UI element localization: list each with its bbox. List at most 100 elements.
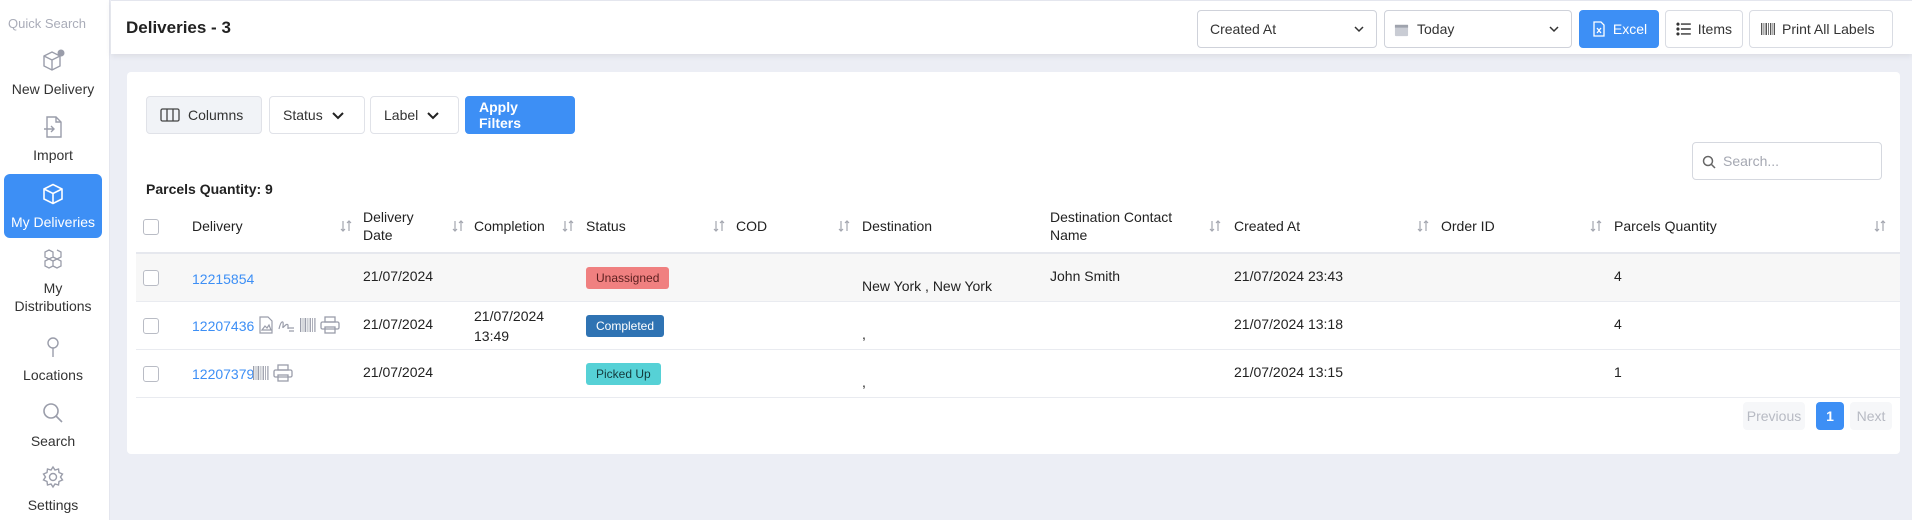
created-at-cell: 21/07/2024 13:18 xyxy=(1234,316,1343,332)
status-filter-label: Status xyxy=(283,107,323,123)
image-icon[interactable] xyxy=(257,316,275,334)
column-header-cod[interactable]: COD xyxy=(736,200,796,252)
column-header-order-id[interactable]: Order ID xyxy=(1441,200,1561,252)
row-checkbox[interactable] xyxy=(143,318,159,334)
sort-icon[interactable] xyxy=(561,219,575,233)
parcels-cell: 1 xyxy=(1614,364,1622,380)
completion-cell: 21/07/2024 13:49 xyxy=(474,308,545,344)
pin-icon xyxy=(47,337,59,357)
column-header-parcels-quantity[interactable]: Parcels Quantity xyxy=(1614,200,1764,252)
search-field[interactable] xyxy=(1692,142,1882,180)
delivery-id-link[interactable]: 12215854 xyxy=(192,269,254,289)
table-row[interactable]: 12207436 21/07/2024 21/07/2024 13:49 Com… xyxy=(136,302,1900,350)
box-icon xyxy=(43,183,63,205)
box-plus-icon xyxy=(43,49,65,71)
row-checkbox[interactable] xyxy=(143,366,159,382)
sidebar: Quick Search New Delivery Import My Deli… xyxy=(0,0,110,520)
table-row[interactable]: 12207379 21/07/2024 Picked Up , 21/07/20… xyxy=(136,350,1900,398)
barcode-icon[interactable] xyxy=(299,316,317,334)
table-row[interactable]: 12215854 21/07/2024 Unassigned New York … xyxy=(136,254,1900,302)
calendar-icon xyxy=(1394,24,1409,37)
page-title: Deliveries - 3 xyxy=(126,18,231,37)
gear-icon xyxy=(42,465,64,489)
sort-icon[interactable] xyxy=(837,219,851,233)
list-icon xyxy=(1676,22,1691,36)
label-filter-dropdown[interactable]: Label xyxy=(370,96,459,134)
sidebar-item-label: Search xyxy=(30,433,76,449)
delivery-date-cell: 21/07/2024 xyxy=(363,316,434,332)
search-icon xyxy=(43,403,63,423)
print-all-labels-button[interactable]: Print All Labels xyxy=(1749,10,1893,48)
file-import-icon xyxy=(44,116,62,138)
sort-icon[interactable] xyxy=(451,219,465,233)
parcels-quantity-summary: Parcels Quantity: 9 xyxy=(146,181,273,197)
sidebar-item-search[interactable]: Search xyxy=(4,398,102,452)
sidebar-item-my-distributions[interactable]: My Distributions xyxy=(4,246,102,316)
row-checkbox[interactable] xyxy=(143,270,159,286)
column-header-delivery[interactable]: Delivery xyxy=(192,200,312,252)
sidebar-item-locations[interactable]: Locations xyxy=(4,332,102,386)
delivery-id-link[interactable]: 12207436 xyxy=(192,316,254,336)
printer-icon[interactable] xyxy=(273,364,293,382)
search-input[interactable] xyxy=(1723,153,1873,169)
signature-icon[interactable] xyxy=(277,316,295,334)
sidebar-item-settings[interactable]: Settings xyxy=(4,462,102,516)
status-badge: Completed xyxy=(586,315,665,337)
sidebar-item-label: Locations xyxy=(23,367,83,383)
barcode-icon[interactable] xyxy=(252,364,270,382)
column-header-created-at[interactable]: Created At xyxy=(1234,200,1354,252)
column-header-delivery-date[interactable]: Delivery Date xyxy=(363,200,443,252)
created-at-cell: 21/07/2024 13:15 xyxy=(1234,364,1343,380)
sidebar-item-label: Settings xyxy=(27,497,79,513)
sort-icon[interactable] xyxy=(1208,219,1222,233)
column-header-destination-contact[interactable]: Destination Contact Name xyxy=(1050,200,1200,252)
pagination-page-1[interactable]: 1 xyxy=(1816,402,1844,430)
items-button[interactable]: Items xyxy=(1665,10,1743,48)
chevron-down-icon xyxy=(1354,26,1364,33)
excel-button[interactable]: Excel xyxy=(1579,10,1659,48)
sort-icon[interactable] xyxy=(1589,219,1603,233)
printer-icon[interactable] xyxy=(320,316,340,334)
sort-icon[interactable] xyxy=(1873,219,1887,233)
sidebar-item-import[interactable]: Import xyxy=(4,112,102,166)
status-filter-dropdown[interactable]: Status xyxy=(269,96,365,134)
label-filter-label: Label xyxy=(384,107,419,123)
column-header-completion[interactable]: Completion xyxy=(474,200,564,252)
pagination-next[interactable]: Next xyxy=(1850,402,1892,430)
columns-button[interactable]: Columns xyxy=(146,96,262,134)
delivery-date-cell: 21/07/2024 xyxy=(363,268,434,284)
created-at-cell: 21/07/2024 23:43 xyxy=(1234,268,1343,284)
sort-icon[interactable] xyxy=(339,219,353,233)
boxes-icon xyxy=(44,249,62,269)
sort-icon[interactable] xyxy=(1416,219,1430,233)
top-bar: Deliveries - 3 Created At Today Excel It… xyxy=(111,0,1912,54)
apply-filters-button[interactable]: Apply Filters xyxy=(465,96,575,134)
excel-file-icon xyxy=(1593,21,1605,37)
chevron-down-icon xyxy=(1549,26,1559,33)
deliveries-card: Columns Status Label Apply Filters Parce… xyxy=(127,72,1900,454)
destination-cell: , xyxy=(862,326,866,342)
columns-icon xyxy=(160,108,180,122)
items-button-label: Items xyxy=(1697,21,1732,37)
pagination-previous[interactable]: Previous xyxy=(1743,402,1805,430)
sidebar-item-my-deliveries[interactable]: My Deliveries xyxy=(4,174,102,238)
search-icon xyxy=(1702,155,1716,169)
date-field-select[interactable]: Created At xyxy=(1197,10,1377,48)
column-header-status[interactable]: Status xyxy=(586,200,676,252)
column-header-destination[interactable]: Destination xyxy=(862,200,982,252)
select-all-checkbox[interactable] xyxy=(143,219,159,235)
parcels-cell: 4 xyxy=(1614,268,1622,284)
sort-icon[interactable] xyxy=(712,219,726,233)
delivery-date-cell: 21/07/2024 xyxy=(363,364,434,380)
barcode-icon xyxy=(1761,23,1775,35)
excel-button-label: Excel xyxy=(1612,21,1648,37)
sidebar-item-label: My Deliveries xyxy=(10,214,95,230)
print-all-labels-label: Print All Labels xyxy=(1782,21,1875,37)
delivery-id-link[interactable]: 12207379 xyxy=(192,364,254,384)
date-range-select[interactable]: Today xyxy=(1384,10,1572,48)
quick-search[interactable]: Quick Search xyxy=(8,16,86,31)
apply-filters-label: Apply Filters xyxy=(479,99,522,131)
sidebar-item-new-delivery[interactable]: New Delivery xyxy=(4,46,102,100)
date-range-select-value: Today xyxy=(1417,21,1455,37)
status-badge: Unassigned xyxy=(586,267,670,289)
